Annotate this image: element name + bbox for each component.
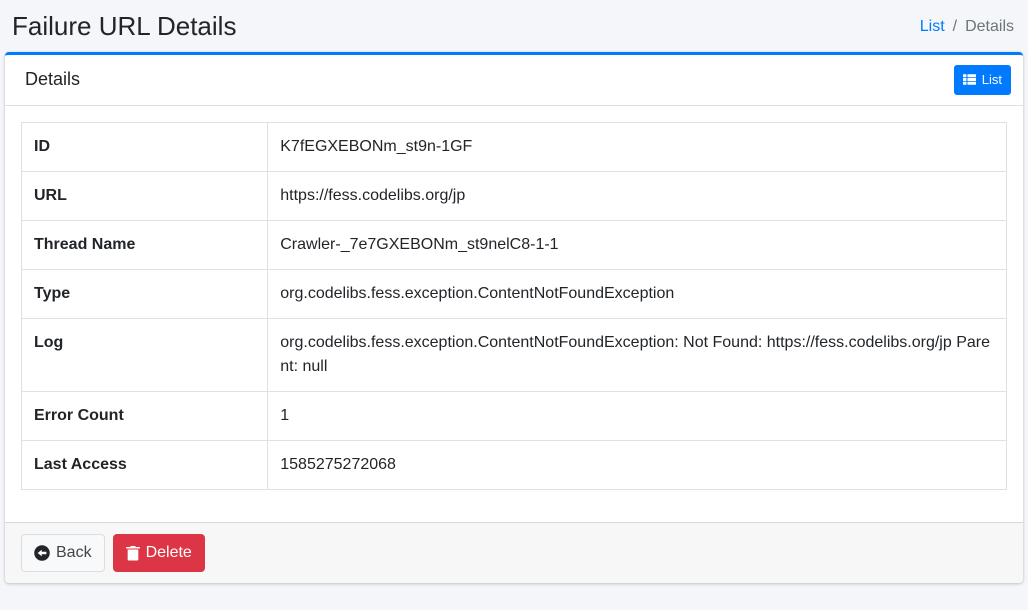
delete-button-label: Delete (146, 541, 192, 565)
detail-value: Crawler-_7e7GXEBONm_st9nelC8-1-1 (268, 220, 1007, 269)
table-row: URLhttps://fess.codelibs.org/jp (22, 171, 1007, 220)
detail-label: Log (22, 318, 268, 391)
detail-label: ID (22, 122, 268, 171)
delete-button[interactable]: Delete (113, 534, 205, 572)
back-button[interactable]: Back (21, 534, 105, 572)
details-card: Details List IDK7fEGXEBONm_st9n-1GFURLht… (5, 52, 1023, 583)
detail-label: Error Count (22, 391, 268, 440)
table-row: Logorg.codelibs.fess.exception.ContentNo… (22, 318, 1007, 391)
breadcrumb-list-link[interactable]: List (920, 18, 945, 36)
detail-label: URL (22, 171, 268, 220)
detail-value: https://fess.codelibs.org/jp (268, 171, 1007, 220)
card-body: IDK7fEGXEBONm_st9n-1GFURLhttps://fess.co… (5, 106, 1023, 522)
table-row: Last Access1585275272068 (22, 440, 1007, 489)
table-row: IDK7fEGXEBONm_st9n-1GF (22, 122, 1007, 171)
breadcrumb-current: Details (965, 18, 1014, 36)
detail-value: org.codelibs.fess.exception.ContentNotFo… (268, 318, 1007, 391)
detail-value: 1 (268, 391, 1007, 440)
list-button[interactable]: List (954, 65, 1011, 95)
list-button-label: List (982, 70, 1002, 90)
detail-label: Type (22, 269, 268, 318)
content-header: Failure URL Details List / Details (0, 0, 1028, 52)
detail-value: 1585275272068 (268, 440, 1007, 489)
th-list-icon (963, 73, 976, 86)
card-title: Details (25, 69, 80, 90)
table-row: Error Count1 (22, 391, 1007, 440)
detail-value: K7fEGXEBONm_st9n-1GF (268, 122, 1007, 171)
detail-label: Last Access (22, 440, 268, 489)
detail-label: Thread Name (22, 220, 268, 269)
card-header: Details List (5, 55, 1023, 106)
back-button-label: Back (56, 541, 92, 565)
table-row: Thread NameCrawler-_7e7GXEBONm_st9nelC8-… (22, 220, 1007, 269)
trash-icon (126, 545, 140, 561)
detail-value: org.codelibs.fess.exception.ContentNotFo… (268, 269, 1007, 318)
page-title: Failure URL Details (12, 11, 236, 42)
card-footer: Back Delete (5, 522, 1023, 583)
details-table: IDK7fEGXEBONm_st9n-1GFURLhttps://fess.co… (21, 122, 1007, 490)
details-table-body: IDK7fEGXEBONm_st9n-1GFURLhttps://fess.co… (22, 122, 1007, 489)
arrow-circle-left-icon (34, 545, 50, 561)
breadcrumb: List / Details (920, 18, 1014, 36)
table-row: Typeorg.codelibs.fess.exception.ContentN… (22, 269, 1007, 318)
breadcrumb-separator: / (953, 18, 957, 36)
